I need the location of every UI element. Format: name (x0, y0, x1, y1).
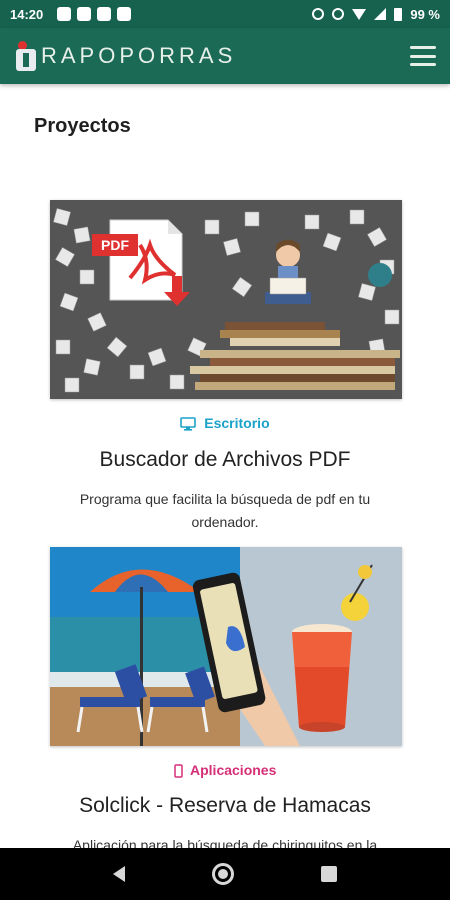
recents-icon[interactable] (320, 866, 337, 882)
home-icon[interactable] (211, 863, 234, 885)
project-title[interactable]: Solclick - Reserva de Hamacas (0, 794, 450, 818)
photo-icon (117, 7, 132, 21)
monitor-icon (180, 417, 197, 431)
back-icon[interactable] (113, 866, 126, 882)
project-description: Programa que facilita la búsqueda de pdf… (79, 491, 371, 530)
photo-icon (77, 7, 92, 21)
project-image-pdf-search[interactable]: PDF (50, 200, 402, 399)
beach-cocktail-image (50, 547, 402, 746)
letter-cubes-image: PDF (50, 200, 402, 399)
app-bar: RAPOPORRAS (0, 28, 450, 84)
section-title: Proyectos (34, 115, 131, 137)
status-bar: 14:20 99 % (0, 0, 450, 28)
system-nav-bar (0, 848, 450, 900)
category-label: Escritorio (204, 415, 270, 431)
pdf-label: PDF (101, 237, 129, 253)
hamburger-menu-icon[interactable] (410, 46, 436, 66)
project-title[interactable]: Buscador de Archivos PDF (0, 448, 450, 472)
project-image-solclick[interactable] (50, 547, 402, 746)
category-label: Aplicaciones (190, 762, 277, 778)
alarm-icon (312, 8, 325, 20)
status-time: 14:20 (10, 6, 44, 22)
parking-icon (97, 7, 112, 21)
battery-icon (394, 7, 403, 21)
mobile-icon (173, 764, 183, 779)
whatsapp-icon (57, 7, 72, 21)
logo-icon[interactable] (14, 41, 38, 71)
project-category[interactable]: Escritorio (0, 415, 450, 431)
project-category[interactable]: Aplicaciones (0, 762, 450, 779)
vibrate-icon (332, 8, 345, 20)
signal-icon (374, 8, 387, 20)
app-logo-text[interactable]: RAPOPORRAS (41, 43, 236, 69)
battery-level: 99 % (410, 6, 440, 22)
wifi-icon (352, 8, 367, 20)
